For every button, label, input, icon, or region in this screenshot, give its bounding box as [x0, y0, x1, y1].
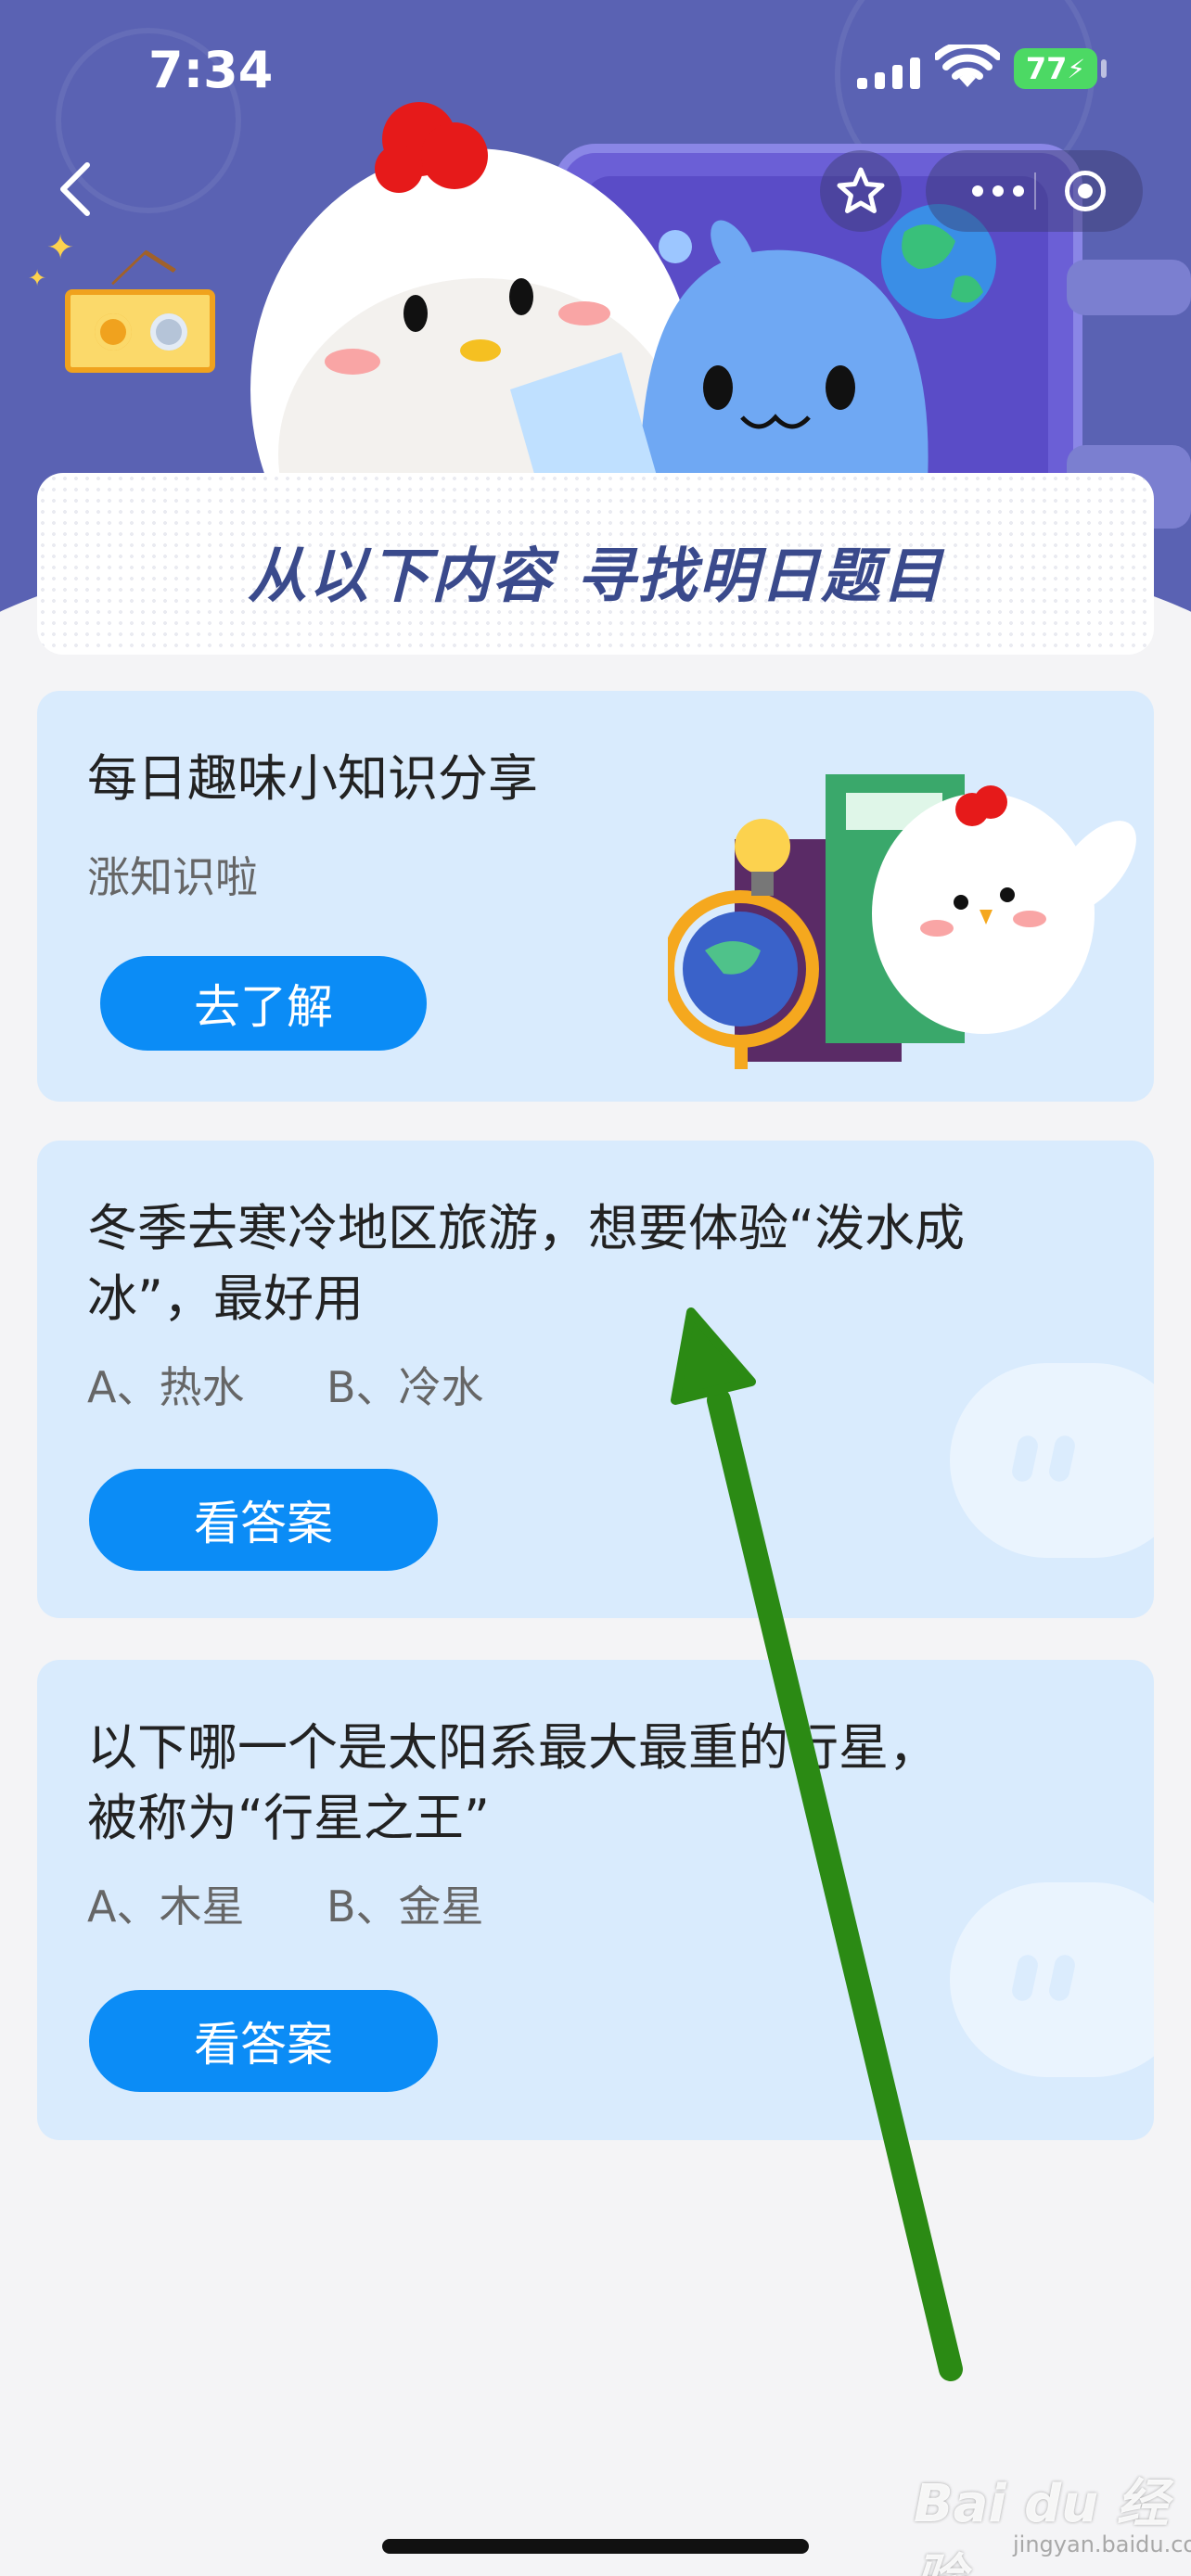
sparkle-icon: ✦ — [28, 265, 47, 291]
back-chevron-icon[interactable] — [54, 159, 98, 219]
baidu-watermark: Bai du 经验 — [914, 2474, 1169, 2576]
question-card[interactable]: 以下哪一个是太阳系最大最重的行星， 被称为“行星之王” A、木星 B、金星 看答… — [37, 1660, 1154, 2140]
close-miniapp-icon[interactable] — [1065, 171, 1106, 211]
option-b: B、冷水 — [327, 1362, 484, 1412]
favorite-button[interactable] — [820, 150, 902, 232]
battery-icon: 77 ⚡ — [1014, 48, 1097, 89]
trivia-share-card[interactable]: 每日趣味小知识分享 涨知识啦 去了解 — [37, 691, 1154, 1102]
battery-level: 77 — [1025, 51, 1068, 86]
chat-bubble-icon — [950, 1882, 1154, 2077]
more-options-icon[interactable] — [952, 150, 1044, 232]
star-outline-icon — [837, 167, 885, 213]
chick-with-books-illustration — [668, 774, 1136, 1069]
question-card[interactable]: 冬季去寒冷地区旅游，想要体验“泼水成 冰”，最好用 A、热水 B、冷水 看答案 — [37, 1141, 1154, 1618]
view-answer-button[interactable]: 看答案 — [89, 1990, 438, 2092]
tomorrow-question-banner: 从以下内容 寻找明日题目 — [37, 473, 1154, 655]
chat-bubble-icon — [950, 1363, 1154, 1558]
battery-nub — [1101, 59, 1107, 78]
question-line-2: 冰”，最好用 — [87, 1269, 364, 1328]
capsule-divider — [1034, 172, 1036, 210]
status-time: 7:34 — [148, 41, 274, 99]
card-subtitle: 涨知识啦 — [87, 852, 258, 902]
home-indicator[interactable] — [382, 2539, 809, 2554]
option-a: A、木星 — [87, 1881, 245, 1932]
watermark-url: jingyan.baidu.com — [1013, 2531, 1191, 2557]
learn-more-button[interactable]: 去了解 — [100, 956, 427, 1051]
question-line-1: 冬季去寒冷地区旅游，想要体验“泼水成 — [87, 1199, 965, 1257]
option-b: B、金星 — [327, 1881, 484, 1932]
miniapp-capsule — [926, 150, 1143, 232]
question-line-2: 被称为“行星之王” — [87, 1789, 490, 1847]
cellular-signal-icon — [857, 56, 920, 89]
medal-frame-icon[interactable] — [65, 249, 215, 373]
question-line-1: 以下哪一个是太阳系最大最重的行星， — [87, 1718, 939, 1777]
view-answer-button[interactable]: 看答案 — [89, 1469, 438, 1571]
option-a: A、热水 — [87, 1362, 245, 1412]
banner-title: 从以下内容 寻找明日题目 — [247, 542, 944, 611]
wifi-icon — [935, 45, 1000, 87]
screen: 7:34 77 ⚡ ✦ ✦ 从以下内容 寻找明日题目 每日趣味小知识分享 涨知识… — [0, 0, 1191, 2576]
card-title: 每日趣味小知识分享 — [87, 749, 538, 808]
sparkle-icon: ✦ — [46, 229, 75, 267]
status-bar: 7:34 77 ⚡ — [0, 0, 1191, 139]
